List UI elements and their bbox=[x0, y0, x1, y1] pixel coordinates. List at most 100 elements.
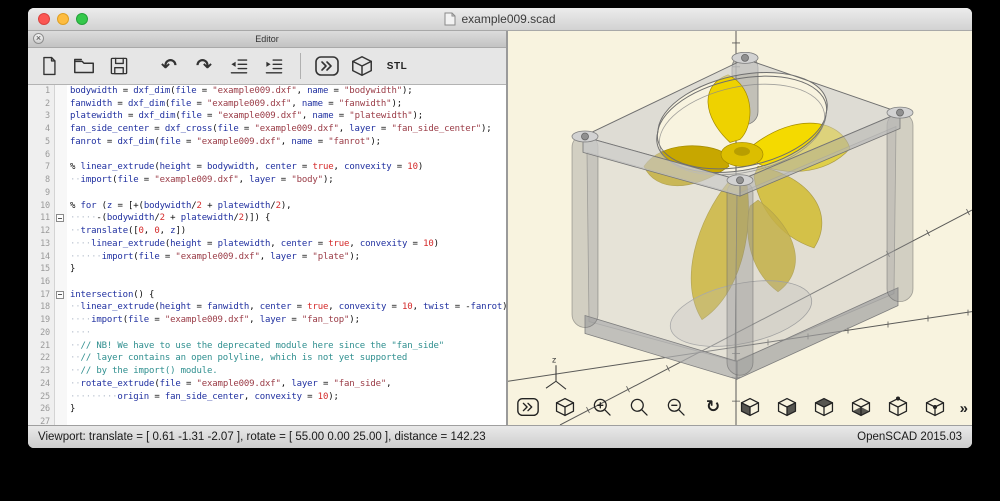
fold-column bbox=[55, 123, 67, 136]
fold-marker[interactable] bbox=[55, 289, 67, 302]
zoom-in-icon[interactable] bbox=[590, 395, 614, 419]
stl-export-icon[interactable]: STL bbox=[384, 53, 410, 79]
view-bottom-icon[interactable] bbox=[849, 395, 873, 419]
code-line[interactable]: 7% linear_extrude(height = bodywidth, ce… bbox=[28, 161, 506, 174]
code-line[interactable]: 2fanwidth = dxf_dim(file = "example009.d… bbox=[28, 98, 506, 111]
code-text: platewidth = dxf_dim(file = "example009.… bbox=[67, 110, 506, 123]
preview-icon[interactable] bbox=[516, 395, 540, 419]
code-line[interactable]: 19····import(file = "example009.dxf", la… bbox=[28, 314, 506, 327]
3d-viewport[interactable]: z bbox=[508, 31, 972, 425]
view-left-icon[interactable] bbox=[738, 395, 762, 419]
reset-view-icon[interactable]: ↻ bbox=[701, 395, 725, 419]
code-line[interactable]: 20···· bbox=[28, 327, 506, 340]
line-number: 14 bbox=[28, 251, 55, 264]
view-top-icon[interactable] bbox=[812, 395, 836, 419]
code-line[interactable]: 9 bbox=[28, 187, 506, 200]
panel-close-icon[interactable]: × bbox=[33, 33, 44, 44]
code-text: % for (z = [+(bodywidth/2 + platewidth/2… bbox=[67, 200, 506, 213]
more-tools-button[interactable]: » bbox=[960, 400, 968, 417]
line-number: 26 bbox=[28, 403, 55, 416]
line-number: 6 bbox=[28, 149, 55, 162]
code-line[interactable]: 15} bbox=[28, 263, 506, 276]
fold-column bbox=[55, 314, 67, 327]
zoom-out-icon[interactable] bbox=[664, 395, 688, 419]
fold-column bbox=[55, 378, 67, 391]
view-right-icon[interactable] bbox=[775, 395, 799, 419]
code-line[interactable]: 5fanrot = dxf_dim(file = "example009.dxf… bbox=[28, 136, 506, 149]
fold-column bbox=[55, 301, 67, 314]
code-text: ·········origin = fan_side_center, conve… bbox=[67, 391, 506, 404]
code-text: ···· bbox=[67, 327, 506, 340]
minimize-window-button[interactable] bbox=[57, 13, 69, 25]
code-lines[interactable]: 1bodywidth = dxf_dim(file = "example009.… bbox=[28, 85, 506, 425]
code-text: bodywidth = dxf_dim(file = "example009.d… bbox=[67, 85, 506, 98]
editor-panel-header[interactable]: × Editor bbox=[28, 31, 506, 48]
window-titlebar[interactable]: example009.scad bbox=[28, 8, 972, 31]
fold-column bbox=[55, 136, 67, 149]
save-icon[interactable] bbox=[106, 53, 132, 79]
code-text: fan_side_center = dxf_cross(file = "exam… bbox=[67, 123, 506, 136]
close-window-button[interactable] bbox=[38, 13, 50, 25]
code-line[interactable]: 14······import(file = "example009.dxf", … bbox=[28, 251, 506, 264]
unindent-icon[interactable] bbox=[226, 53, 252, 79]
code-line[interactable]: 18··linear_extrude(height = fanwidth, ce… bbox=[28, 301, 506, 314]
code-line[interactable]: 24··rotate_extrude(file = "example009.dx… bbox=[28, 378, 506, 391]
code-line[interactable]: 6 bbox=[28, 149, 506, 162]
code-text: } bbox=[67, 403, 506, 416]
fold-column bbox=[55, 110, 67, 123]
line-number: 7 bbox=[28, 161, 55, 174]
window-title: example009.scad bbox=[444, 12, 555, 26]
line-number: 15 bbox=[28, 263, 55, 276]
open-file-icon[interactable] bbox=[71, 53, 97, 79]
code-line[interactable]: 4fan_side_center = dxf_cross(file = "exa… bbox=[28, 123, 506, 136]
code-line[interactable]: 23··// by the import() module. bbox=[28, 365, 506, 378]
code-text: ··// layer contains an open polyline, wh… bbox=[67, 352, 506, 365]
code-line[interactable]: 11·····-(bodywidth/2 + platewidth/2)]) { bbox=[28, 212, 506, 225]
view-center-icon[interactable] bbox=[923, 395, 947, 419]
fold-column bbox=[55, 365, 67, 378]
new-file-icon[interactable] bbox=[36, 53, 62, 79]
code-line[interactable]: 3platewidth = dxf_dim(file = "example009… bbox=[28, 110, 506, 123]
code-line[interactable]: 27 bbox=[28, 416, 506, 425]
code-line[interactable]: 10 % for (z = [+(bodywidth/2 + platewidth… bbox=[28, 200, 506, 213]
redo-icon[interactable]: ↷ bbox=[191, 53, 217, 79]
line-number: 5 bbox=[28, 136, 55, 149]
render-icon[interactable] bbox=[349, 53, 375, 79]
code-line[interactable]: 25·········origin = fan_side_center, con… bbox=[28, 391, 506, 404]
code-line[interactable]: 21··// NB! We have to use the deprecated… bbox=[28, 340, 506, 353]
zoom-all-icon[interactable] bbox=[627, 395, 651, 419]
fold-column bbox=[55, 238, 67, 251]
preview-icon[interactable] bbox=[314, 53, 340, 79]
version-label: OpenSCAD 2015.03 bbox=[857, 431, 962, 443]
fold-column bbox=[55, 340, 67, 353]
window-title-text: example009.scad bbox=[461, 12, 555, 26]
fold-column bbox=[55, 263, 67, 276]
view-diagonal-icon[interactable] bbox=[886, 395, 910, 419]
line-number: 11 bbox=[28, 212, 55, 225]
code-line[interactable]: 17intersection() { bbox=[28, 289, 506, 302]
fold-marker[interactable] bbox=[55, 212, 67, 225]
zoom-window-button[interactable] bbox=[76, 13, 88, 25]
viewport-toolbar: ↻ bbox=[516, 395, 947, 419]
code-line[interactable]: 13····linear_extrude(height = platewidth… bbox=[28, 238, 506, 251]
code-line[interactable]: 22··// layer contains an open polyline, … bbox=[28, 352, 506, 365]
code-line[interactable]: 16 bbox=[28, 276, 506, 289]
indent-icon[interactable] bbox=[261, 53, 287, 79]
fold-column bbox=[55, 174, 67, 187]
axis-indicator: z bbox=[546, 355, 566, 389]
undo-icon[interactable]: ↶ bbox=[156, 53, 182, 79]
fold-column bbox=[55, 276, 67, 289]
line-number: 13 bbox=[28, 238, 55, 251]
code-line[interactable]: 26} bbox=[28, 403, 506, 416]
code-line[interactable]: 12··translate([0, 0, z]) bbox=[28, 225, 506, 238]
line-number: 10 bbox=[28, 200, 55, 213]
code-text: } bbox=[67, 263, 506, 276]
line-number: 27 bbox=[28, 416, 55, 425]
fold-column bbox=[55, 391, 67, 404]
code-line[interactable]: 8··import(file = "example009.dxf", layer… bbox=[28, 174, 506, 187]
fold-column bbox=[55, 352, 67, 365]
code-line[interactable]: 1bodywidth = dxf_dim(file = "example009.… bbox=[28, 85, 506, 98]
code-text: intersection() { bbox=[67, 289, 506, 302]
render-icon[interactable] bbox=[553, 395, 577, 419]
fold-column bbox=[55, 403, 67, 416]
